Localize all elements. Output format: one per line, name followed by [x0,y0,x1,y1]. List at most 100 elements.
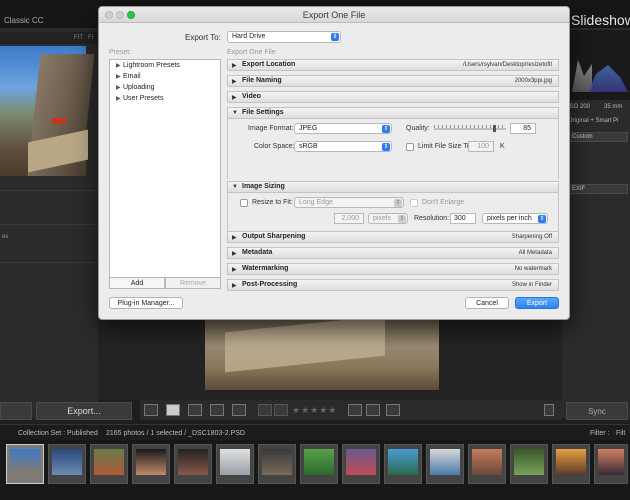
compare-view-icon[interactable] [188,404,202,416]
limit-size-field[interactable]: 100 [468,141,494,152]
custom-select[interactable]: Custom [568,132,628,142]
file-settings-body: Image Format: JPEG ⇕ Quality: 85 Color S… [227,119,559,179]
film-thumb[interactable] [468,444,506,484]
image-format-select[interactable]: JPEG ⇕ [294,123,392,134]
section-video[interactable]: ▶ Video [227,91,559,103]
quality-slider[interactable] [434,125,506,132]
size-unit-select[interactable]: pixels ⇕ [368,213,408,224]
disclosure-triangle-icon: ▼ [232,184,238,190]
export-to-select[interactable]: Hard Drive ⇕ [227,31,341,43]
slider-knob[interactable] [492,125,496,132]
section-watermarking[interactable]: ▶ Watermarking No watermark [227,263,559,275]
navigator-fill[interactable]: FI [88,35,93,41]
film-thumb[interactable] [6,444,44,484]
film-thumb[interactable] [384,444,422,484]
preset-group-label: User Presets [123,95,164,102]
module-slideshow[interactable]: Slideshow [571,12,630,28]
film-thumb[interactable] [594,444,628,484]
section-file-naming[interactable]: ▶ File Naming 2000x3ppi.jpg [227,75,559,87]
export-sections: ▶ Export Location /Users/rsylvan/Desktop… [227,59,559,291]
toolbar-menu-icon[interactable] [544,404,554,416]
sync-button[interactable]: Sync [566,402,628,420]
reject-flag-icon[interactable] [274,404,288,416]
loupe-view-icon[interactable] [166,404,180,416]
limit-size-checkbox[interactable] [406,143,414,151]
export-confirm-button[interactable]: Export [515,297,559,309]
film-thumb[interactable] [552,444,590,484]
navigator-header [0,32,98,44]
film-thumb[interactable] [426,444,464,484]
preset-tree: ▶ Lightroom Presets ▶ Email ▶ Uploading ▶ Us… [109,59,221,285]
section-title: Post-Processing [242,281,298,288]
flag-icon[interactable] [258,404,272,416]
chevron-updown-icon: ⇕ [382,125,390,133]
main-photo[interactable] [205,315,439,390]
resolution-unit-value: pixels per inch [487,215,532,222]
disclosure-triangle-icon: ▶ [232,267,237,273]
focal-value: 35 mm [604,104,623,110]
section-file-settings[interactable]: ▼ File Settings [227,107,559,119]
rotate-left-icon[interactable] [348,404,362,416]
section-output-sharpening[interactable]: ▶ Output Sharpening Sharpening Off [227,231,559,243]
film-thumb[interactable] [174,444,212,484]
film-thumb[interactable] [510,444,548,484]
navigator-preview[interactable] [0,46,95,176]
color-space-select[interactable]: sRGB ⇕ [294,141,392,152]
add-preset-button[interactable]: Add [109,277,165,289]
disclosure-triangle-icon: ▶ [116,63,121,69]
resolution-field[interactable]: 300 [450,213,476,224]
rotate-right-icon[interactable] [366,404,380,416]
chevron-updown-icon: ⇕ [398,215,406,223]
resolution-unit-select[interactable]: pixels per inch ⇕ [482,213,548,224]
grid-view-icon[interactable] [144,404,158,416]
iso-value: ISO 200 [568,104,591,110]
section-post-processing[interactable]: ▶ Post-Processing Show in Finder [227,279,559,291]
section-metadata[interactable]: ▶ Metadata All Metadata [227,247,559,259]
section-export-location[interactable]: ▶ Export Location /Users/rsylvan/Desktop… [227,59,559,71]
exif-select[interactable]: EXIF [568,184,628,194]
film-thumb[interactable] [216,444,254,484]
section-title: Video [242,93,261,100]
people-view-icon[interactable] [232,404,246,416]
section-image-sizing[interactable]: ▼ Image Sizing [227,181,559,193]
disclosure-triangle-icon: ▶ [116,74,121,80]
section-title: File Settings [242,109,284,116]
resize-checkbox[interactable] [240,199,248,207]
film-thumb[interactable] [300,444,338,484]
film-thumb[interactable] [90,444,128,484]
resize-mode-select[interactable]: Long Edge ⇕ [294,197,404,208]
photo-count[interactable]: 2165 photos / 1 selected / _DSC1803-2.PS… [106,430,245,437]
preset-group[interactable]: ▶ User Presets [116,95,163,102]
quality-field[interactable]: 85 [510,123,536,134]
collection-source[interactable]: Collection Set : Published [18,430,98,437]
image-sizing-body: Resize to Fit: Long Edge ⇕ Don't Enlarge… [227,193,559,233]
film-thumb[interactable] [342,444,380,484]
plugin-manager-button[interactable]: Plug-in Manager... [109,297,183,309]
dialog-titlebar: Export One File [99,7,569,23]
export-button[interactable]: Export... [36,402,132,420]
dialog-title: Export One File [302,10,366,20]
navigator-fit[interactable]: FIT [74,35,83,41]
filter-select[interactable]: Filt [616,430,625,437]
crop-icon[interactable] [386,404,400,416]
section-summary: All Metadata [518,250,552,256]
preset-group[interactable]: ▶ Uploading [116,84,155,91]
import-button[interactable] [0,402,32,420]
dont-enlarge-checkbox[interactable] [410,199,418,207]
size-field[interactable]: 2,000 [334,213,364,224]
filter-label: Filter : [590,430,610,437]
rating-stars[interactable]: ★★★★★ [292,405,337,416]
cancel-button[interactable]: Cancel [465,297,509,309]
preset-group[interactable]: ▶ Email [116,73,141,80]
dialog-subtitle: Export One File [227,49,276,56]
film-thumb[interactable] [48,444,86,484]
survey-view-icon[interactable] [210,404,224,416]
film-thumb[interactable] [132,444,170,484]
preset-group[interactable]: ▶ Lightroom Presets [116,62,180,69]
remove-preset-button[interactable]: Remove [165,277,221,289]
quality-label: Quality: [406,125,430,132]
divider [0,224,98,225]
resize-label: Resize to Fit: [252,199,293,206]
preset-label: Preset: [109,49,132,56]
film-thumb[interactable] [258,444,296,484]
